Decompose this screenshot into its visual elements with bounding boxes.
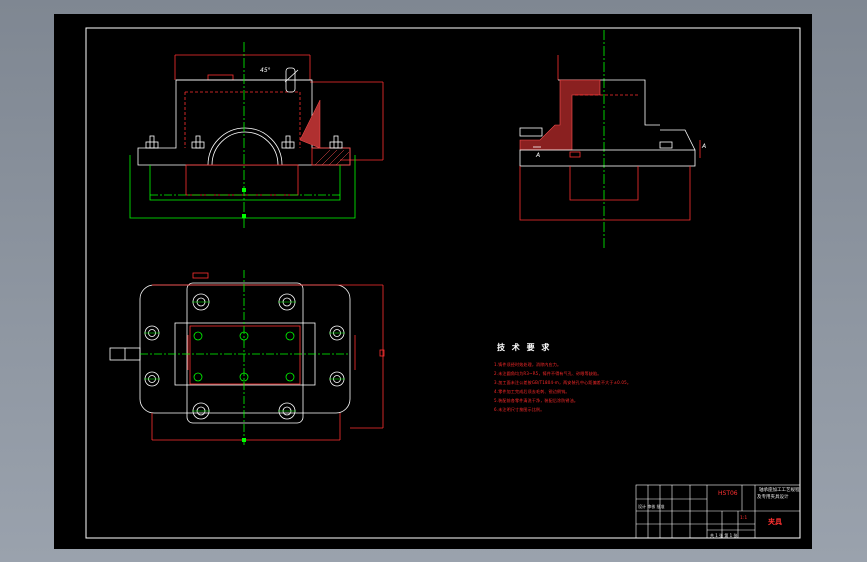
title-line-2: 及专用夹具设计 xyxy=(757,495,789,500)
part-name: 夹具 xyxy=(768,518,782,526)
tech-req-item-4: 4.零件加工完成后须去毛刺、锐边倒钝。 xyxy=(494,389,570,394)
sign-marks: 设计 审核 批准 xyxy=(638,504,665,509)
drawing-sheet: A A 45° 技 术 要 求 1.铸件须经时效处理，消除内应力。 2.未注圆角… xyxy=(54,14,812,549)
drawing-viewport[interactable]: A A 45° 技 术 要 求 1.铸件须经时效处理，消除内应力。 2.未注圆角… xyxy=(0,0,867,562)
tech-req-title: 技 术 要 求 xyxy=(497,343,552,352)
drawing-number: HST06 xyxy=(718,490,738,497)
tech-req-item-6: 6.未注明尺寸按图示比例。 xyxy=(494,407,545,412)
section-label-right: A xyxy=(701,143,706,150)
angle-annotation: 45° xyxy=(260,67,271,74)
tech-req-item-5: 5.装配前各零件清洗干净，装配后涂防锈油。 xyxy=(494,398,579,403)
front-view xyxy=(129,42,384,230)
title-line-1: 轴承座加工工艺规程 xyxy=(759,488,800,493)
tech-req-item-3: 3.加工面未注公差按GB/T1804-m，两安装孔中心距偏差不大于±0.05。 xyxy=(494,380,632,385)
section-label-left: A xyxy=(535,152,540,159)
sheet-info: 共 1 张 第 1 张 xyxy=(710,533,738,538)
top-view xyxy=(109,270,385,445)
tech-req-item-2: 2.未注圆角均为R3~R5，铸件不得有气孔、砂眼等缺陷。 xyxy=(494,371,602,376)
cad-canvas[interactable]: A A 45° xyxy=(54,14,812,549)
tech-req-item-1: 1.铸件须经时效处理，消除内应力。 xyxy=(494,362,562,367)
side-view xyxy=(519,30,701,250)
scale-value: 1:1 xyxy=(740,516,748,521)
